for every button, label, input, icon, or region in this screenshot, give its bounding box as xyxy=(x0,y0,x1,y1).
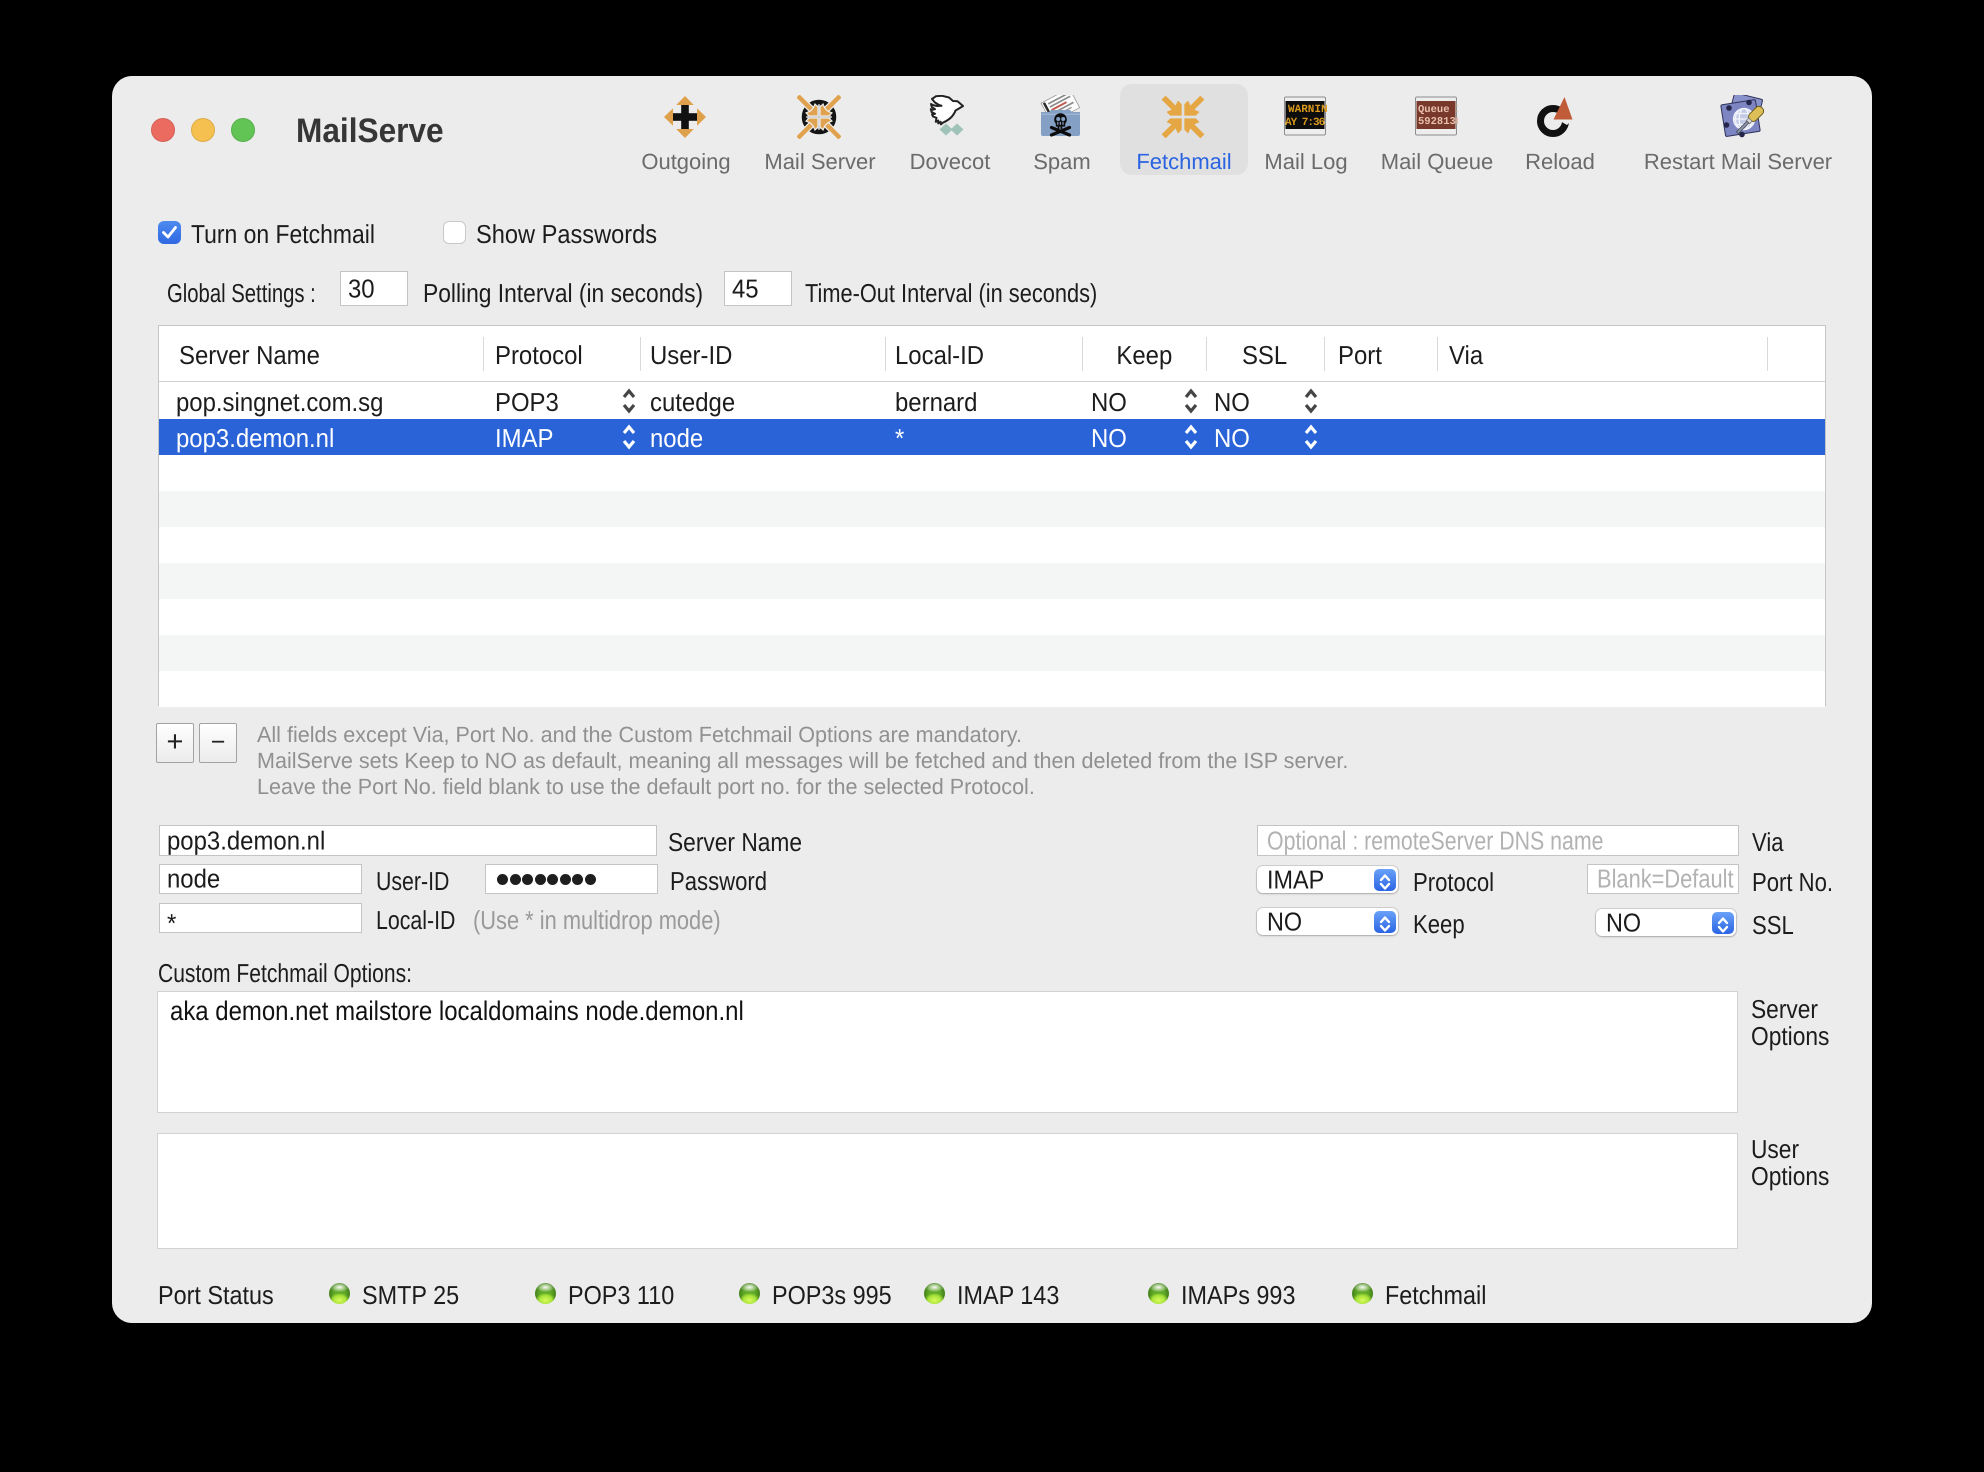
svg-text:AY 7:36 A: AY 7:36 A xyxy=(1285,117,1327,129)
svg-text:WARNIN: WARNIN xyxy=(1288,104,1327,116)
svg-text:592813E3: 592813E3 xyxy=(1418,116,1458,128)
svg-text:Queue ID: Queue ID xyxy=(1418,104,1458,116)
